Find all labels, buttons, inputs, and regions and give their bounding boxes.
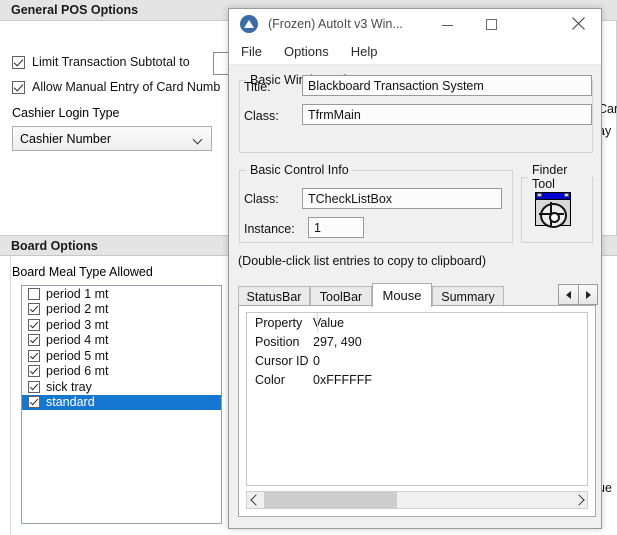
finder-tool-icon[interactable] xyxy=(535,192,571,228)
checkbox-indicator[interactable] xyxy=(28,396,40,409)
property-value: 297, 490 xyxy=(313,334,362,349)
cashier-login-type-label: Cashier Login Type xyxy=(12,106,120,120)
arrow-left-icon xyxy=(566,290,571,299)
property-name: Cursor ID xyxy=(255,353,309,368)
checkbox-allow-manual-card-entry[interactable]: Allow Manual Entry of Card Numb xyxy=(12,80,220,94)
crosshair-center-dot xyxy=(548,211,560,223)
window-title: (Frozen) AutoIt v3 Win... xyxy=(268,17,403,31)
list-item-label: standard xyxy=(46,395,95,410)
arrow-right-icon xyxy=(585,290,591,299)
cashier-login-type-value: Cashier Number xyxy=(20,131,112,146)
list-item[interactable]: Position 297, 490 xyxy=(247,332,587,351)
window-title-field[interactable]: Blackboard Transaction System xyxy=(302,75,592,96)
list-item-label: period 4 mt xyxy=(46,333,109,348)
finder-icon-titlebar xyxy=(536,193,570,200)
tab-statusbar[interactable]: StatusBar xyxy=(238,286,310,306)
scrollbar-thumb[interactable] xyxy=(264,492,397,508)
scroll-right-button[interactable] xyxy=(570,492,587,508)
basic-control-info-legend: Basic Control Info xyxy=(250,163,349,177)
tab-mouse[interactable]: Mouse xyxy=(372,283,432,307)
checkbox-indicator[interactable] xyxy=(28,318,40,331)
list-item-label: period 1 mt xyxy=(46,286,109,301)
minimize-button[interactable] xyxy=(425,9,469,39)
tab-summary[interactable]: Summary xyxy=(432,286,504,306)
finder-tool-legend: Finder Tool xyxy=(532,163,568,191)
property-value-list[interactable]: Property Value Position 297, 490 Cursor … xyxy=(246,312,588,486)
list-item-label: period 3 mt xyxy=(46,317,109,332)
property-name: Position xyxy=(255,334,300,349)
tab-toolbar[interactable]: ToolBar xyxy=(310,286,372,306)
maximize-button[interactable] xyxy=(469,9,513,39)
board-panel-left-rule xyxy=(10,256,11,535)
list-item[interactable]: Color 0xFFFFFF xyxy=(247,370,587,389)
list-header-row: Property Value xyxy=(247,313,587,332)
list-item[interactable]: period 6 mt xyxy=(22,364,221,380)
checkbox-indicator[interactable] xyxy=(28,380,40,393)
checkbox-label: Limit Transaction Subtotal to xyxy=(32,55,190,69)
chevron-left-icon xyxy=(249,494,262,506)
list-item[interactable]: period 2 mt xyxy=(22,302,221,318)
menu-item-file[interactable]: File xyxy=(241,44,262,59)
property-value: 0xFFFFFF xyxy=(313,372,373,387)
window-class-field[interactable]: TfrmMain xyxy=(302,104,592,125)
tab-scroll-right-button[interactable] xyxy=(578,284,598,305)
checkbox-indicator[interactable] xyxy=(12,80,25,94)
autoit-logo-icon xyxy=(240,15,258,33)
checkbox-indicator[interactable] xyxy=(12,55,25,69)
list-item[interactable]: period 5 mt xyxy=(22,348,221,364)
list-item[interactable]: sick tray xyxy=(22,379,221,395)
maximize-icon xyxy=(485,18,497,30)
menu-bar: File Options Help xyxy=(229,39,601,65)
chevron-right-icon xyxy=(572,494,585,506)
list-item[interactable]: period 1 mt xyxy=(22,286,221,302)
menu-item-options[interactable]: Options xyxy=(284,44,329,59)
tab-scroll-left-button[interactable] xyxy=(558,284,578,305)
checkbox-indicator[interactable] xyxy=(28,287,40,300)
checkbox-indicator[interactable] xyxy=(28,349,40,362)
list-item[interactable]: period 4 mt xyxy=(22,333,221,349)
scrollbar-track[interactable] xyxy=(264,492,570,508)
list-item-selected[interactable]: standard xyxy=(22,394,221,410)
property-name: Color xyxy=(255,372,285,387)
board-meal-type-label: Board Meal Type Allowed xyxy=(12,265,153,279)
checkbox-label: Allow Manual Entry of Card Numb xyxy=(32,80,221,94)
control-class-field[interactable]: TCheckListBox xyxy=(302,188,502,209)
menu-item-help[interactable]: Help xyxy=(351,44,378,59)
checkbox-indicator[interactable] xyxy=(28,303,40,316)
cashier-login-type-dropdown[interactable]: Cashier Number xyxy=(12,126,212,151)
column-header-property: Property xyxy=(255,315,303,330)
list-item-label: period 5 mt xyxy=(46,348,109,363)
horizontal-scrollbar[interactable] xyxy=(246,491,588,509)
checkbox-limit-transaction-subtotal[interactable]: Limit Transaction Subtotal to xyxy=(12,55,190,69)
list-item-label: period 6 mt xyxy=(46,364,109,379)
title-bar[interactable]: (Frozen) AutoIt v3 Win... xyxy=(229,9,601,39)
list-item-label: sick tray xyxy=(46,379,92,394)
checkbox-indicator[interactable] xyxy=(28,365,40,378)
scroll-left-button[interactable] xyxy=(247,492,264,508)
tab-scroll-buttons[interactable] xyxy=(558,284,598,305)
property-value: 0 xyxy=(313,353,320,368)
column-header-value: Value xyxy=(313,315,345,330)
list-item-label: period 2 mt xyxy=(46,302,109,317)
close-button[interactable] xyxy=(555,9,601,39)
list-item[interactable]: period 3 mt xyxy=(22,317,221,333)
crosshair-icon xyxy=(538,202,567,228)
chevron-down-icon xyxy=(194,136,202,144)
list-item[interactable]: Cursor ID 0 xyxy=(247,351,587,370)
close-icon xyxy=(571,17,585,31)
checkbox-indicator[interactable] xyxy=(28,334,40,347)
minimize-icon xyxy=(441,25,453,26)
board-meal-type-listbox[interactable]: period 1 mt period 2 mt period 3 mt peri… xyxy=(21,285,222,524)
tab-strip: StatusBar ToolBar Mouse Summary xyxy=(238,283,542,307)
control-instance-field[interactable]: 1 xyxy=(308,217,364,238)
